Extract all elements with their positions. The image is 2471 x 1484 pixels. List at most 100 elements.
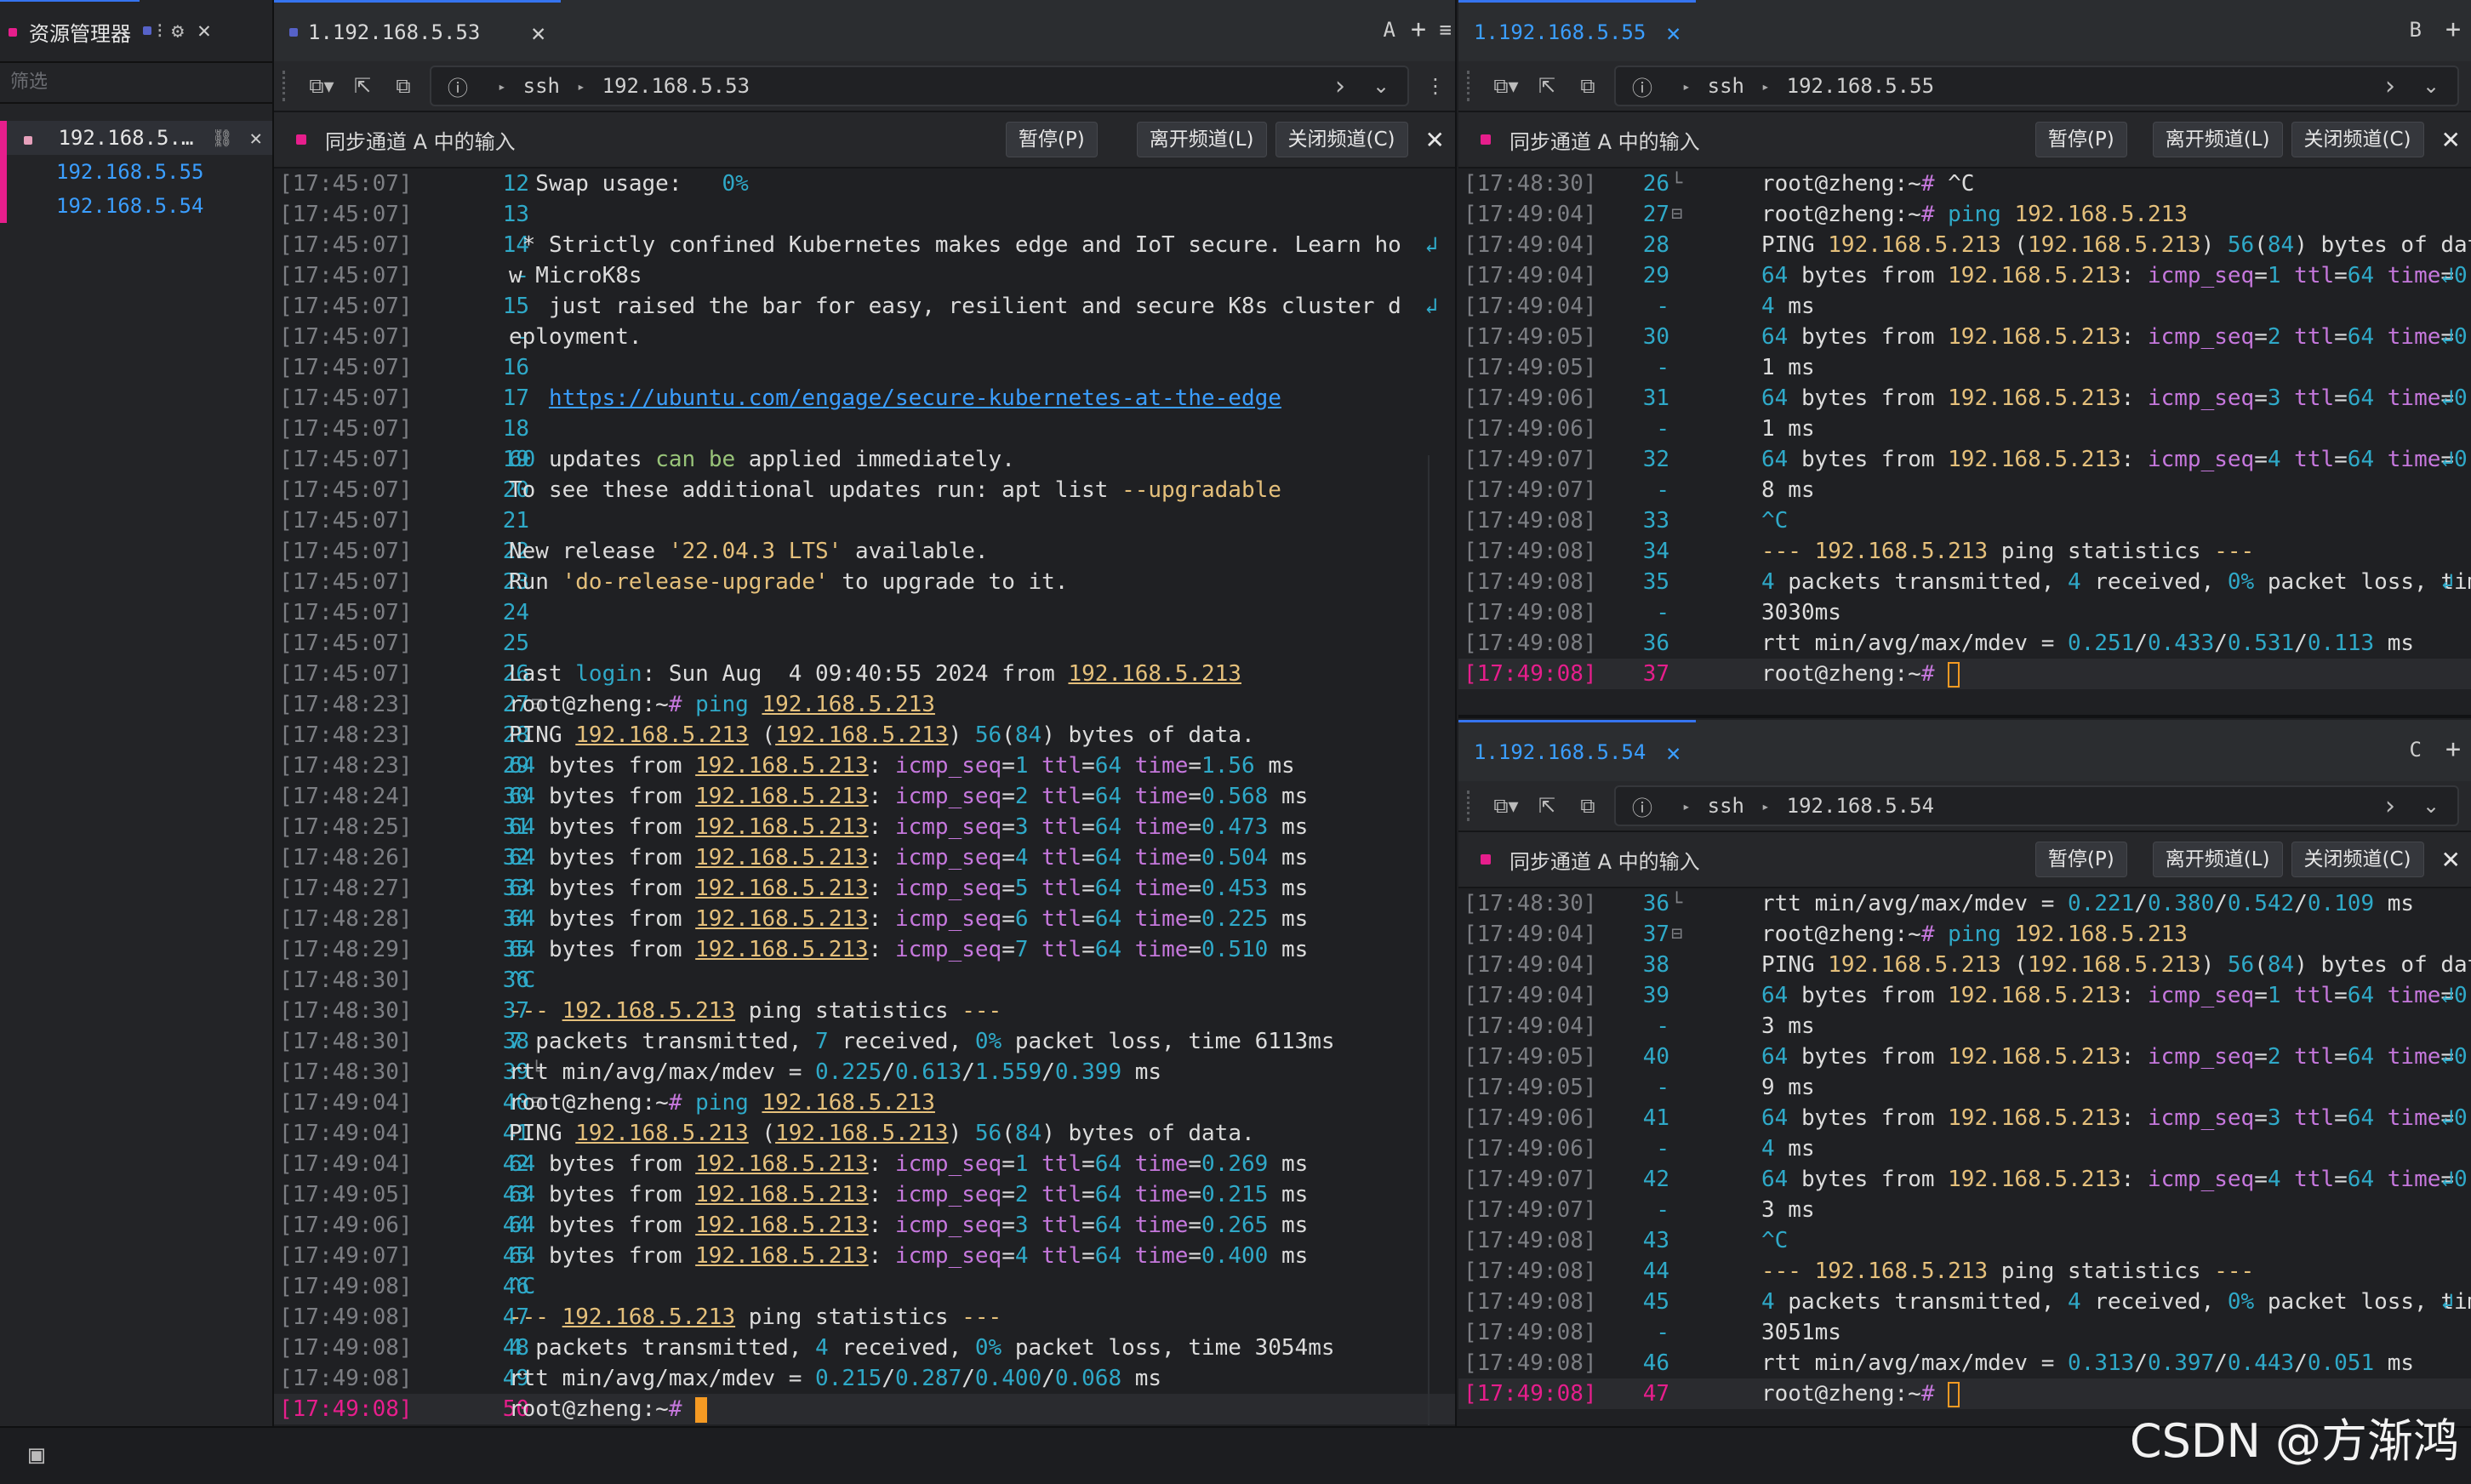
close-channel-button[interactable]: 关闭频道(C) bbox=[2291, 842, 2424, 877]
crumb-protocol[interactable]: ssh bbox=[1708, 74, 1744, 98]
filter-input[interactable]: 筛选 bbox=[0, 63, 272, 104]
terminal-line: [17:48:25] 31 64 bytes from 192.168.5.213:… bbox=[274, 812, 1455, 842]
terminal-tab[interactable]: 1.192.168.5.54 ✕ bbox=[1458, 720, 1697, 782]
terminal-line: [17:48:23] 28 PING 192.168.5.213 (192.168.… bbox=[274, 720, 1455, 751]
detach-icon[interactable]: ⇱ bbox=[1532, 74, 1561, 98]
new-tab-icon[interactable]: ⧉▾ bbox=[1492, 74, 1521, 98]
new-tab-icon[interactable]: ⧉▾ bbox=[307, 74, 336, 98]
line-number: 37 bbox=[1642, 922, 1669, 947]
chevron-right-icon[interactable]: › bbox=[2376, 71, 2405, 101]
scrollbar[interactable] bbox=[1428, 455, 1430, 1425]
panel-toggle-icon[interactable]: ▣ bbox=[29, 1440, 44, 1470]
line-timestamp: [17:49:05] bbox=[1464, 1075, 1597, 1100]
leave-channel-button[interactable]: 离开频道(L) bbox=[2152, 842, 2283, 877]
close-sync-bar-icon[interactable]: ✕ bbox=[1425, 126, 1445, 154]
line-timestamp: [17:49:06] bbox=[1464, 1105, 1597, 1131]
duplicate-icon[interactable]: ⧉ bbox=[1573, 794, 1602, 818]
add-tab-icon[interactable]: + bbox=[2445, 720, 2461, 779]
close-channel-button[interactable]: 关闭频道(C) bbox=[2291, 122, 2424, 157]
line-text: root@zheng:~# ping 192.168.5.213 bbox=[1761, 922, 2188, 947]
add-tab-icon[interactable]: + bbox=[1411, 0, 1426, 60]
line-timestamp: [17:49:07] bbox=[1464, 447, 1597, 472]
terminal-tab[interactable]: 1.192.168.5.55 ✕ bbox=[1458, 0, 1697, 62]
chevron-down-icon[interactable]: ⌄ bbox=[1367, 74, 1395, 98]
chevron-right-icon[interactable]: › bbox=[1326, 71, 1355, 101]
pause-button[interactable]: 暂停(P) bbox=[2034, 122, 2127, 157]
terminal-output[interactable]: [17:45:07] 12 Swap usage: 0% [17:45:07] 13[… bbox=[274, 168, 1455, 1424]
session-item[interactable]: 192.168.5.55 bbox=[0, 155, 272, 189]
line-text: 64 bytes from 192.168.5.213: icmp_seq=3 … bbox=[509, 814, 1309, 840]
crumb-host[interactable]: 192.168.5.55 bbox=[1787, 74, 1934, 98]
line-timestamp: [17:45:07] bbox=[279, 202, 413, 227]
close-icon[interactable]: ✕ bbox=[197, 18, 211, 43]
close-channel-button[interactable]: 关闭频道(C) bbox=[1275, 122, 1408, 157]
info-icon[interactable]: ⓘ bbox=[1628, 71, 1657, 101]
more-icon[interactable]: ⋮ bbox=[1421, 74, 1450, 98]
close-tab-icon[interactable]: ✕ bbox=[1666, 19, 1681, 47]
crumb-host[interactable]: 192.168.5.54 bbox=[1787, 794, 1934, 818]
pause-button[interactable]: 暂停(P) bbox=[1005, 122, 1098, 157]
line-text: PING 192.168.5.213 (192.168.5.213) 56(84… bbox=[1761, 952, 2471, 978]
line-text: 64 bytes from 192.168.5.213: icmp_seq=7 … bbox=[509, 937, 1309, 962]
chevron-down-icon[interactable]: ⌄ bbox=[2417, 794, 2445, 818]
crumb-protocol[interactable]: ssh bbox=[1708, 794, 1744, 818]
session-toolbar: ⧉▾ ⇱ ⧉ ⓘ ▸ ssh ▸ 192.168.5.53 › ⌄ ⋮ bbox=[274, 61, 1455, 112]
tab-second[interactable]: ⁝ bbox=[140, 0, 167, 61]
drag-handle[interactable] bbox=[282, 71, 294, 101]
drag-handle[interactable] bbox=[1467, 71, 1478, 101]
info-icon[interactable]: ⓘ bbox=[1628, 791, 1657, 821]
terminal-output[interactable]: [17:48:30] 36 └ rtt min/avg/max/mdev = 0.22… bbox=[1458, 888, 2471, 1409]
terminal-line: [17:49:04] 37 ⊟ root@zheng:~# ping 192.168.… bbox=[1458, 919, 2471, 950]
line-number: 35 bbox=[1642, 569, 1669, 595]
leave-channel-button[interactable]: 离开频道(L) bbox=[2152, 122, 2283, 157]
detach-icon[interactable]: ⇱ bbox=[348, 74, 377, 98]
line-number: 43 bbox=[1642, 1228, 1669, 1253]
info-icon[interactable]: ⓘ bbox=[443, 71, 472, 101]
pause-button[interactable]: 暂停(P) bbox=[2034, 842, 2127, 877]
terminal-line: [17:48:23] 27 ⊟ root@zheng:~# ping 192.168.… bbox=[274, 689, 1455, 720]
chevron-down-icon[interactable]: ⌄ bbox=[2417, 74, 2445, 98]
terminal-line: [17:49:04] 38 PING 192.168.5.213 (192.168.… bbox=[1458, 950, 2471, 980]
close-sync-bar-icon[interactable]: ✕ bbox=[2441, 846, 2461, 874]
pane-divider[interactable] bbox=[1455, 0, 1457, 1426]
terminal-output[interactable]: [17:48:30] 26 └ root@zheng:~# ^C [17:49:04] 2… bbox=[1458, 168, 2471, 689]
line-number: - bbox=[1656, 1320, 1669, 1345]
pane-divider[interactable] bbox=[1458, 715, 2471, 718]
duplicate-icon[interactable]: ⧉ bbox=[1573, 74, 1602, 98]
chevron-right-icon[interactable]: › bbox=[2376, 791, 2405, 821]
gear-icon[interactable]: ⚙ bbox=[172, 19, 184, 43]
link-icon[interactable]: ⛓ bbox=[212, 121, 233, 155]
crumb-arrow-icon: ▸ bbox=[1682, 797, 1691, 814]
detach-icon[interactable]: ⇱ bbox=[1532, 794, 1561, 818]
close-tab-icon[interactable]: ✕ bbox=[531, 19, 545, 47]
line-timestamp: [17:48:24] bbox=[279, 784, 413, 809]
terminal-line: [17:48:24] 30 64 bytes from 192.168.5.213:… bbox=[274, 781, 1455, 812]
close-icon[interactable]: ✕ bbox=[250, 121, 262, 155]
add-tab-icon[interactable]: + bbox=[2445, 0, 2461, 60]
fold-toggle-icon[interactable]: ⊟ bbox=[1671, 199, 1682, 230]
crumb-host[interactable]: 192.168.5.53 bbox=[602, 74, 750, 98]
leave-channel-button[interactable]: 离开频道(L) bbox=[1136, 122, 1267, 157]
terminal-line: [17:49:07] 45 64 bytes from 192.168.5.213:… bbox=[274, 1241, 1455, 1271]
terminal-line: [17:49:05] 43 64 bytes from 192.168.5.213:… bbox=[274, 1179, 1455, 1210]
terminal-line: [17:45:07] 21 bbox=[274, 505, 1455, 536]
duplicate-icon[interactable]: ⧉ bbox=[389, 74, 418, 98]
line-timestamp: [17:48:30] bbox=[279, 1029, 413, 1054]
session-item-group[interactable]: 192.168.5.… ⛓ ✕ bbox=[0, 121, 272, 155]
fold-toggle-icon[interactable]: ⊟ bbox=[1671, 919, 1682, 950]
line-number: 38 bbox=[1642, 952, 1669, 978]
terminal-line: [17:49:06] - 1 ms bbox=[1458, 414, 2471, 444]
line-number: - bbox=[1656, 477, 1669, 503]
session-item[interactable]: 192.168.5.54 bbox=[0, 189, 272, 223]
line-text: 4 packets transmitted, 4 received, 0% pa… bbox=[1761, 1289, 2471, 1315]
drag-handle[interactable] bbox=[1467, 791, 1478, 821]
close-tab-icon[interactable]: ✕ bbox=[1666, 739, 1681, 767]
terminal-tab[interactable]: 1.192.168.5.53 ✕ bbox=[274, 0, 562, 62]
crumb-protocol[interactable]: ssh bbox=[523, 74, 560, 98]
close-sync-bar-icon[interactable]: ✕ bbox=[2441, 126, 2461, 154]
terminal-line: [17:49:08] 46 ^C bbox=[274, 1271, 1455, 1302]
menu-icon[interactable]: ≡ bbox=[1440, 0, 1452, 60]
tab-explorer-label: 资源管理器 bbox=[29, 22, 131, 46]
tab-explorer[interactable]: 资源管理器 bbox=[0, 0, 140, 63]
new-tab-icon[interactable]: ⧉▾ bbox=[1492, 794, 1521, 818]
